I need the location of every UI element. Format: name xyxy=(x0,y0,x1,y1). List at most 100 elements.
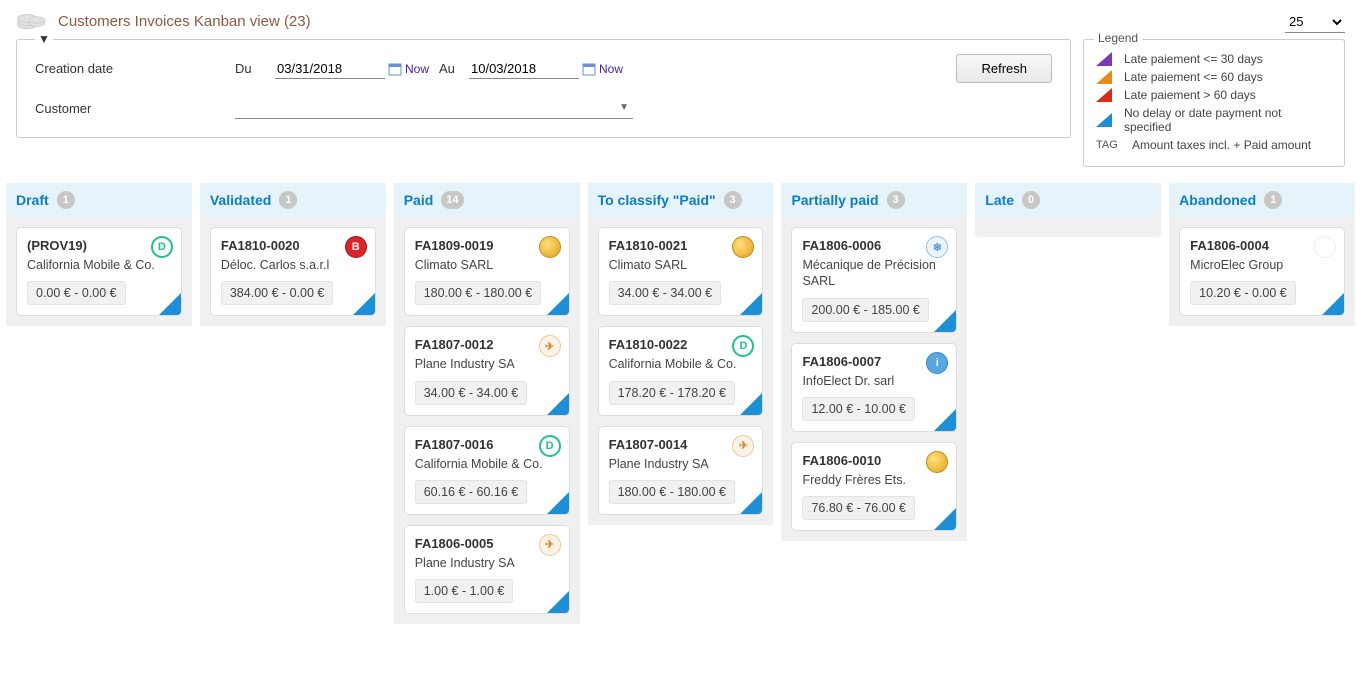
kanban-column-count: 0 xyxy=(1022,191,1040,209)
filter-collapse-icon[interactable]: ▼ xyxy=(35,32,53,46)
kanban-column-header[interactable]: Validated1 xyxy=(200,183,386,217)
from-label: Du xyxy=(235,61,275,76)
invoice-card[interactable]: FA1806-0004MicroElec Group10.20 € - 0.00… xyxy=(1179,227,1345,316)
kanban-column-header[interactable]: Paid14 xyxy=(394,183,580,217)
kanban-board: Draft1 D(PROV19)California Mobile & Co.0.… xyxy=(0,183,1361,636)
status-corner-icon xyxy=(934,508,956,530)
invoice-card[interactable]: ✈FA1807-0014Plane Industry SA180.00 € - … xyxy=(598,426,764,515)
kanban-column-header[interactable]: Draft1 xyxy=(6,183,192,217)
status-corner-icon xyxy=(1322,293,1344,315)
invoice-ref: (PROV19) xyxy=(27,238,171,253)
kanban-column-title: Validated xyxy=(210,192,271,208)
invoice-ref: FA1810-0020 xyxy=(221,238,365,253)
legend-title: Legend xyxy=(1094,31,1142,45)
company-logo-icon: D xyxy=(732,335,754,357)
invoice-ref: FA1806-0005 xyxy=(415,536,559,551)
kanban-column-header[interactable]: Abandoned 1 xyxy=(1169,183,1355,217)
calendar-icon[interactable] xyxy=(385,62,405,76)
page-size-select[interactable]: 25 xyxy=(1285,11,1345,33)
kanban-column-count: 1 xyxy=(1264,191,1282,209)
legend-tag-key: TAG xyxy=(1096,139,1120,151)
invoice-amount: 34.00 € - 34.00 € xyxy=(415,381,528,405)
kanban-column: To classify "Paid" 3 FA1810-0021Climato SA… xyxy=(588,183,774,525)
kanban-column-title: Partially paid xyxy=(791,192,878,208)
now-to-link[interactable]: Now xyxy=(599,62,633,76)
invoice-customer: Plane Industry SA xyxy=(415,555,559,571)
status-corner-icon xyxy=(934,409,956,431)
page-title: Customers Invoices Kanban view (23) xyxy=(58,13,311,30)
page-header: Customers Invoices Kanban view (23) 25 xyxy=(0,0,1361,39)
legend-box: Legend Late paiement <= 30 daysLate paie… xyxy=(1083,39,1345,167)
creation-date-label: Creation date xyxy=(35,61,235,76)
status-corner-icon xyxy=(159,293,181,315)
kanban-column-body: FA1809-0019Climato SARL180.00 € - 180.00… xyxy=(394,217,580,624)
invoice-card[interactable]: iFA1806-0007InfoElect Dr. sarl12.00 € - … xyxy=(791,343,957,432)
date-to-input[interactable] xyxy=(469,59,579,79)
status-corner-icon xyxy=(547,393,569,415)
invoice-customer: Plane Industry SA xyxy=(415,356,559,372)
invoice-amount: 76.80 € - 76.00 € xyxy=(802,496,915,520)
invoice-customer: MicroElec Group xyxy=(1190,257,1334,273)
company-logo-icon xyxy=(539,236,561,258)
legend-tag-label: Amount taxes incl. + Paid amount xyxy=(1132,138,1311,152)
invoice-card[interactable]: BFA1810-0020 Déloc. Carlos s.a.r.l 384.00 … xyxy=(210,227,376,316)
invoice-ref: FA1810-0021 xyxy=(609,238,753,253)
legend-triangle-icon xyxy=(1096,88,1112,102)
invoice-customer: Plane Industry SA xyxy=(609,456,753,472)
status-corner-icon xyxy=(934,310,956,332)
status-corner-icon xyxy=(740,293,762,315)
legend-triangle-icon xyxy=(1096,113,1112,127)
kanban-column: Late0 xyxy=(975,183,1161,237)
invoice-card[interactable]: FA1806-0010 Freddy Frères Ets. 76.80 € - 7… xyxy=(791,442,957,531)
invoice-card[interactable]: FA1809-0019Climato SARL180.00 € - 180.00… xyxy=(404,227,570,316)
invoice-customer: Freddy Frères Ets. xyxy=(802,472,946,488)
kanban-column-body: ❄FA1806-0006Mécanique de Précision SARL2… xyxy=(781,217,967,541)
invoice-amount: 178.20 € - 178.20 € xyxy=(609,381,735,405)
kanban-column-header[interactable]: Partially paid3 xyxy=(781,183,967,217)
status-corner-icon xyxy=(353,293,375,315)
invoice-ref: FA1807-0016 xyxy=(415,437,559,452)
kanban-column-body: FA1810-0021Climato SARL34.00 € - 34.00 €… xyxy=(588,217,774,525)
invoice-customer: Déloc. Carlos s.a.r.l xyxy=(221,257,365,273)
invoice-ref: FA1806-0010 xyxy=(802,453,946,468)
invoice-card[interactable]: DFA1807-0016California Mobile & Co.60.16… xyxy=(404,426,570,515)
company-logo-icon: B xyxy=(345,236,367,258)
invoice-card[interactable]: FA1810-0021Climato SARL34.00 € - 34.00 € xyxy=(598,227,764,316)
invoice-card[interactable]: ❄FA1806-0006Mécanique de Précision SARL2… xyxy=(791,227,957,333)
status-corner-icon xyxy=(740,393,762,415)
kanban-column-title: Abandoned xyxy=(1179,192,1256,208)
kanban-column-count: 1 xyxy=(57,191,75,209)
invoice-amount: 200.00 € - 185.00 € xyxy=(802,298,928,322)
invoice-customer: Mécanique de Précision SARL xyxy=(802,257,946,290)
invoice-amount: 1.00 € - 1.00 € xyxy=(415,579,514,603)
kanban-column-header[interactable]: To classify "Paid" 3 xyxy=(588,183,774,217)
company-logo-icon: ❄ xyxy=(926,236,948,258)
kanban-column-header[interactable]: Late0 xyxy=(975,183,1161,217)
legend-item-label: No delay or date payment not specified xyxy=(1124,106,1332,134)
legend-item: No delay or date payment not specified xyxy=(1096,104,1332,136)
invoice-card[interactable]: D(PROV19)California Mobile & Co.0.00 € -… xyxy=(16,227,182,316)
kanban-column-title: To classify "Paid" xyxy=(598,192,716,208)
customer-select[interactable]: ▼ xyxy=(235,97,633,119)
invoice-amount: 384.00 € - 0.00 € xyxy=(221,281,334,305)
chevron-down-icon: ▼ xyxy=(619,102,629,113)
invoice-card[interactable]: DFA1810-0022California Mobile & Co.178.2… xyxy=(598,326,764,415)
refresh-button[interactable]: Refresh xyxy=(956,54,1052,83)
legend-item-label: Late paiement <= 60 days xyxy=(1124,70,1263,84)
date-from-input[interactable] xyxy=(275,59,385,79)
legend-item: Late paiement > 60 days xyxy=(1096,86,1332,104)
invoice-amount: 0.00 € - 0.00 € xyxy=(27,281,126,305)
kanban-column-count: 3 xyxy=(724,191,742,209)
invoice-ref: FA1810-0022 xyxy=(609,337,753,352)
coins-icon xyxy=(16,8,48,35)
company-logo-icon: ✈ xyxy=(539,534,561,556)
invoice-card[interactable]: ✈FA1807-0012Plane Industry SA34.00 € - 3… xyxy=(404,326,570,415)
invoice-ref: FA1807-0012 xyxy=(415,337,559,352)
company-logo-icon: D xyxy=(539,435,561,457)
now-from-link[interactable]: Now xyxy=(405,62,439,76)
calendar-icon[interactable] xyxy=(579,62,599,76)
company-logo-icon xyxy=(1314,236,1336,258)
company-logo-icon xyxy=(926,451,948,473)
invoice-card[interactable]: ✈FA1806-0005 Plane Industry SA 1.00 € - 1.… xyxy=(404,525,570,614)
customer-label: Customer xyxy=(35,101,235,116)
